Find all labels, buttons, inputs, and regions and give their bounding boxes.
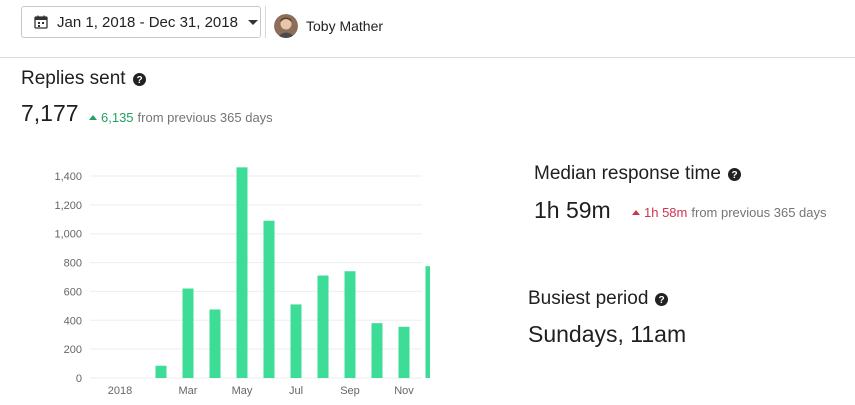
svg-text:?: ? <box>731 170 737 181</box>
median-delta: 1h 58m from previous 365 days <box>632 205 827 220</box>
replies-delta: 6,135 from previous 365 days <box>89 110 273 125</box>
bar-oct[interactable] <box>371 323 383 378</box>
x-tick-label: Jul <box>289 385 303 397</box>
busiest-heading: Busiest period ? <box>528 288 669 310</box>
svg-text:?: ? <box>136 75 142 86</box>
bar-sep[interactable] <box>344 271 356 378</box>
arrow-up-icon <box>632 210 640 215</box>
replies-delta-value: 6,135 <box>101 110 134 125</box>
toolbar-divider <box>265 6 266 38</box>
y-tick-label: 400 <box>64 315 82 327</box>
bar-feb[interactable] <box>155 365 167 378</box>
replies-value: 7,177 <box>21 100 79 126</box>
calendar-icon <box>34 15 48 29</box>
x-tick-label: Nov <box>394 385 414 397</box>
date-range-picker[interactable]: Jan 1, 2018 - Dec 31, 2018 <box>21 6 261 38</box>
bar-apr[interactable] <box>209 309 221 378</box>
bar-dec[interactable] <box>425 266 431 378</box>
svg-text:?: ? <box>659 295 665 306</box>
busiest-title: Busiest period <box>528 288 649 309</box>
replies-bar-chart: 0 200 400 600 800 1,000 1,200 1,400 2018 Mar May Ju… <box>54 167 431 397</box>
y-tick-label: 1,000 <box>54 229 82 241</box>
median-title: Median response time <box>534 163 721 184</box>
x-tick-label: May <box>232 385 253 397</box>
y-tick-label: 0 <box>76 373 82 385</box>
replies-title: Replies sent <box>21 68 126 89</box>
help-icon[interactable]: ? <box>655 292 669 306</box>
busiest-value: Sundays, 11am <box>528 321 687 347</box>
y-tick-label: 800 <box>64 258 82 270</box>
arrow-up-icon <box>89 115 97 120</box>
x-tick-label: Sep <box>340 385 360 397</box>
median-heading: Median response time ? <box>534 163 741 185</box>
bar-jul[interactable] <box>290 304 302 378</box>
y-tick-label: 1,400 <box>54 171 82 183</box>
bar-jun[interactable] <box>263 220 275 378</box>
median-delta-suffix: from previous 365 days <box>691 205 827 220</box>
x-tick-label: 2018 <box>108 385 132 397</box>
bar-may[interactable] <box>236 167 248 378</box>
help-icon[interactable]: ? <box>132 72 146 86</box>
median-delta-value: 1h 58m <box>644 205 688 220</box>
y-tick-label: 1,200 <box>54 200 82 212</box>
bar-aug[interactable] <box>317 275 329 378</box>
top-toolbar: Jan 1, 2018 - Dec 31, 2018 Toby Mather <box>0 0 855 58</box>
user-name: Toby Mather <box>306 18 384 34</box>
avatar <box>274 14 298 38</box>
replies-delta-suffix: from previous 365 days <box>137 110 273 125</box>
y-tick-label: 200 <box>64 344 82 356</box>
user-menu[interactable]: Toby Mather <box>274 14 383 38</box>
median-value: 1h 59m <box>534 197 611 223</box>
chevron-down-icon <box>247 19 258 25</box>
bar-nov[interactable] <box>398 326 410 378</box>
y-tick-label: 600 <box>64 286 82 298</box>
bar-mar[interactable] <box>182 288 194 378</box>
x-tick-label: Mar <box>179 385 198 397</box>
help-icon[interactable]: ? <box>727 167 741 181</box>
replies-heading: Replies sent ? <box>21 68 146 90</box>
date-range-label: Jan 1, 2018 - Dec 31, 2018 <box>57 13 238 31</box>
